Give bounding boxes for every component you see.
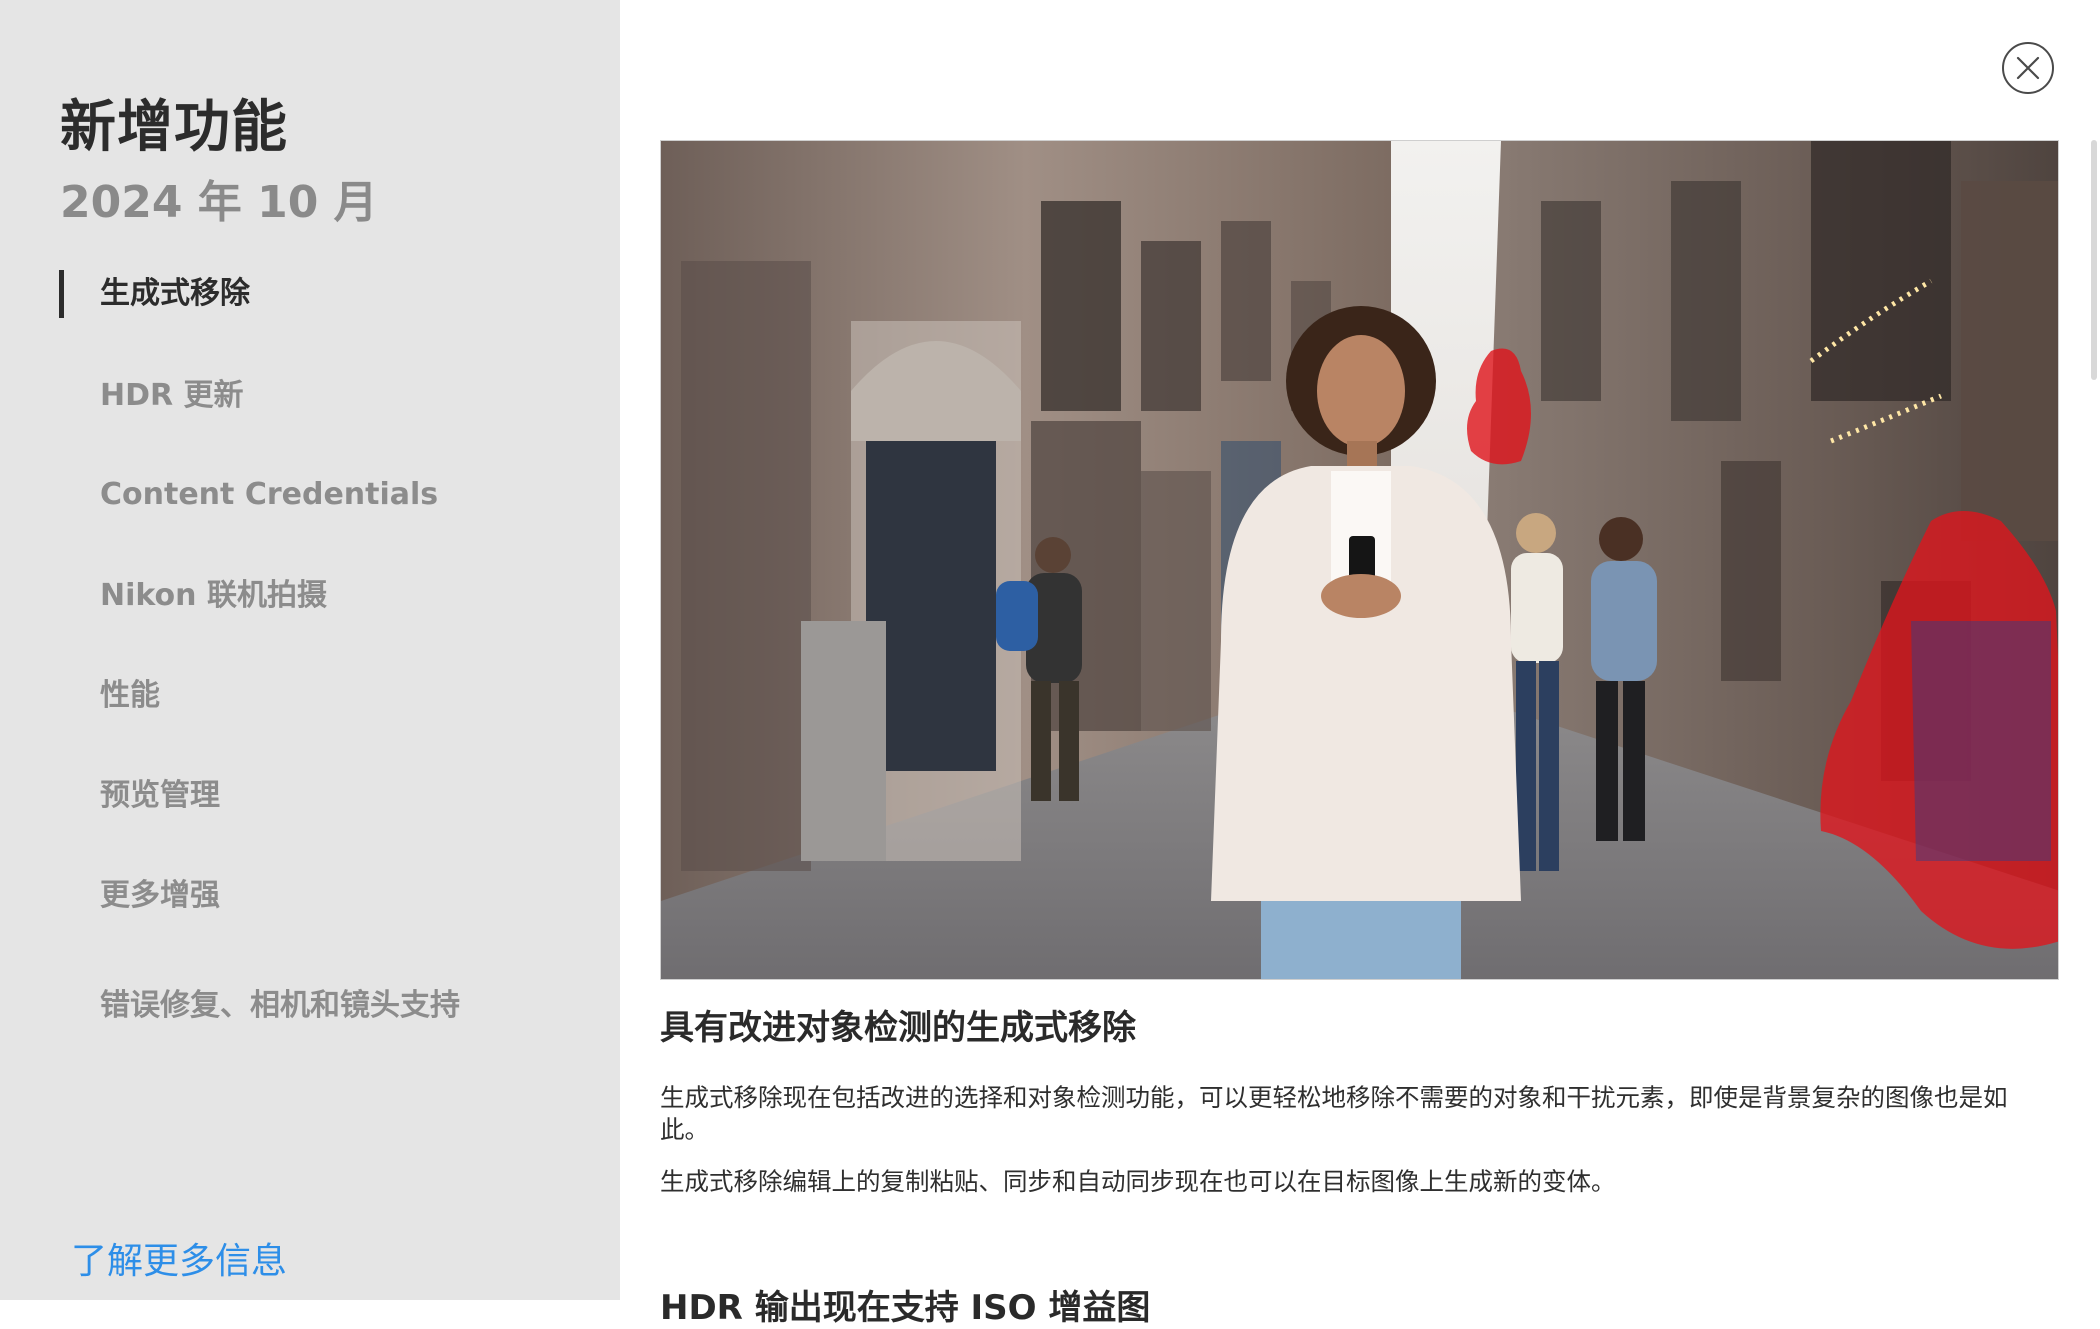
feature-heading: 具有改进对象检测的生成式移除 bbox=[660, 1008, 1136, 1048]
nav-active-indicator bbox=[59, 270, 64, 318]
feature-paragraph-2: 生成式移除编辑上的复制粘贴、同步和自动同步现在也可以在目标图像上生成新的变体。 bbox=[660, 1167, 1616, 1196]
sidebar-item-performance[interactable]: 性能 bbox=[100, 669, 160, 723]
sidebar-item-more-enhancements[interactable]: 更多增强 bbox=[100, 869, 220, 923]
close-icon bbox=[2016, 56, 2040, 80]
close-button[interactable] bbox=[2002, 42, 2054, 94]
sidebar-item-preview-management[interactable]: 预览管理 bbox=[100, 769, 220, 823]
sidebar-title: 新增功能 bbox=[60, 95, 288, 160]
next-section-heading: HDR 输出现在支持 ISO 增益图 bbox=[660, 1288, 1151, 1328]
sidebar: 新增功能 2024 年 10 月 生成式移除 HDR 更新 Content Cr… bbox=[0, 0, 620, 1300]
feature-paragraph-1: 生成式移除现在包括改进的选择和对象检测功能，可以更轻松地移除不需要的对象和干扰元… bbox=[660, 1083, 2008, 1144]
feature-hero-image bbox=[660, 140, 2059, 980]
learn-more-link[interactable]: 了解更多信息 bbox=[71, 1232, 287, 1284]
sidebar-item-bug-fixes[interactable]: 错误修复、相机和镜头支持 bbox=[100, 979, 460, 1033]
sidebar-item-hdr-updates[interactable]: HDR 更新 bbox=[100, 369, 244, 423]
sidebar-date: 2024 年 10 月 bbox=[60, 177, 378, 228]
sidebar-item-generative-remove[interactable]: 生成式移除 bbox=[100, 267, 250, 321]
sidebar-item-nikon-tethering[interactable]: Nikon 联机拍摄 bbox=[100, 569, 327, 623]
scrollbar-thumb[interactable] bbox=[2091, 140, 2097, 380]
sidebar-item-content-credentials[interactable]: Content Credentials bbox=[100, 468, 438, 522]
